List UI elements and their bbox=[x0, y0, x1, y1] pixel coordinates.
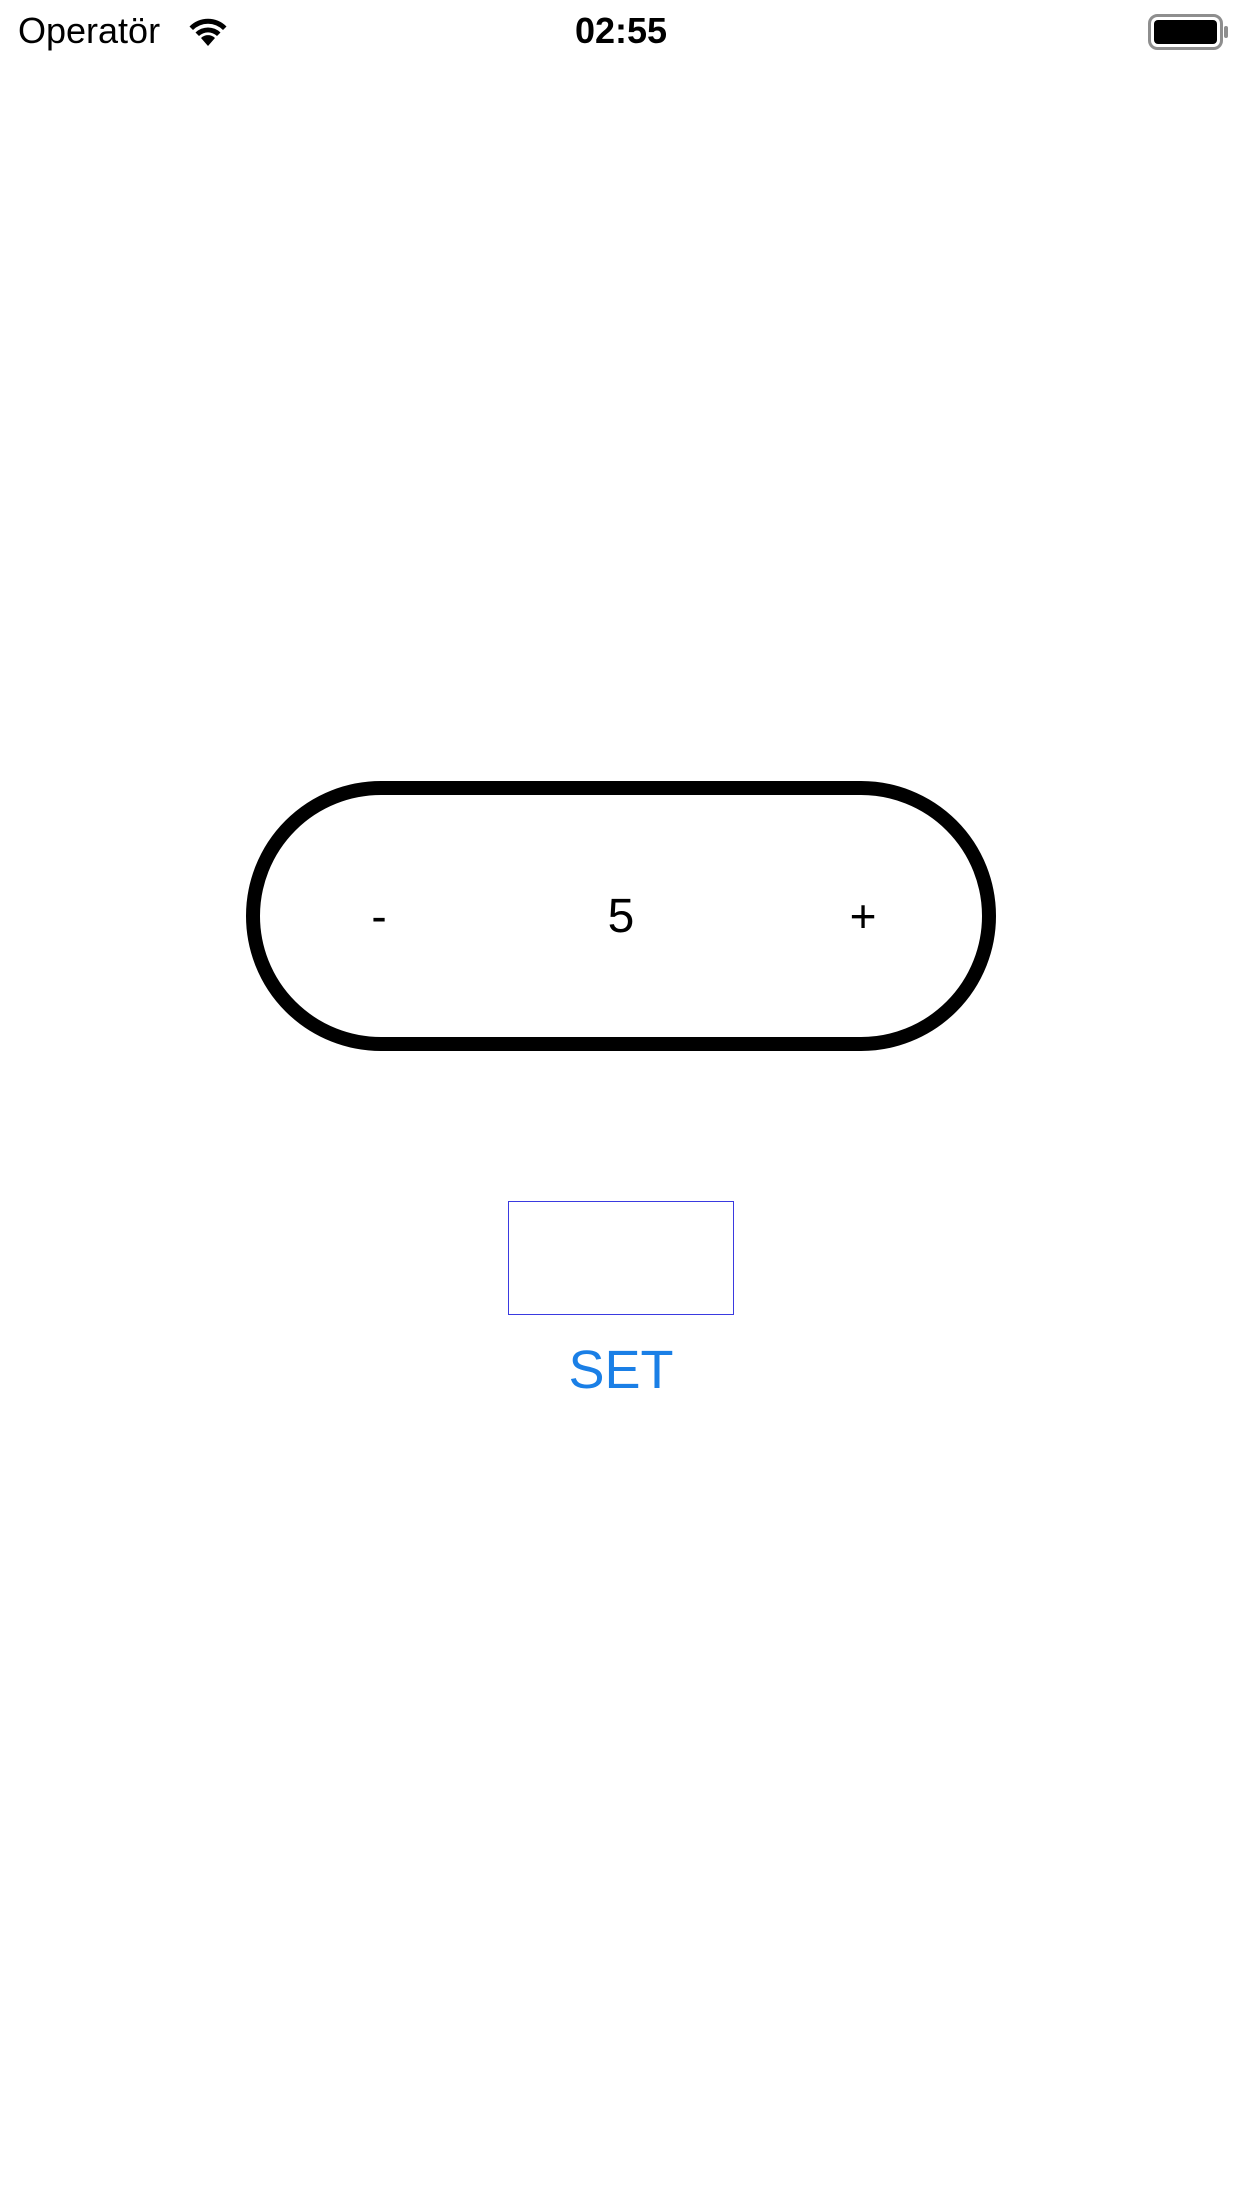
status-bar: Operatör 02:55 bbox=[0, 0, 1242, 60]
battery-icon bbox=[1148, 14, 1228, 50]
decrement-button[interactable]: - bbox=[314, 795, 444, 1037]
increment-button[interactable]: + bbox=[798, 795, 928, 1037]
value-input[interactable] bbox=[508, 1201, 734, 1315]
quantity-stepper: - 5 + bbox=[246, 781, 996, 1051]
status-time: 02:55 bbox=[574, 10, 668, 51]
set-button[interactable]: SET bbox=[521, 1335, 721, 1405]
